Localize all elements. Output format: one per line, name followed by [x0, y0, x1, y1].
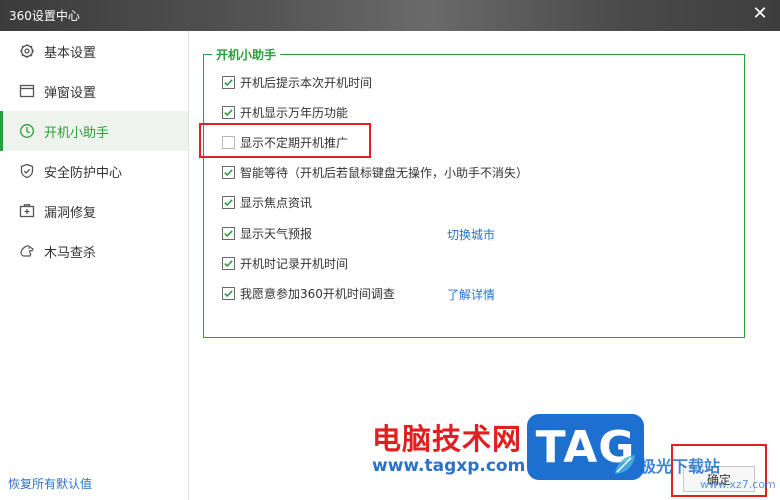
checkbox[interactable]	[222, 105, 235, 119]
option-smart-wait[interactable]: 智能等待（开机后若鼠标键盘无操作，小助手不消失）	[222, 163, 528, 181]
sidebar-item-popup-settings[interactable]: 弹窗设置	[0, 71, 188, 111]
clock-icon	[18, 122, 36, 140]
learn-more-link[interactable]: 了解详情	[447, 286, 495, 303]
sidebar-item-vulnerability-fix[interactable]: 漏洞修复	[0, 191, 188, 231]
option-label: 我愿意参加360开机时间调查	[240, 286, 395, 301]
checkbox[interactable]	[222, 226, 235, 240]
sidebar-item-label: 基本设置	[44, 45, 97, 61]
close-icon[interactable]: ✕	[750, 3, 770, 25]
horse-icon	[18, 242, 36, 260]
checkbox[interactable]	[222, 75, 235, 89]
watermark-leaf-icon	[615, 455, 635, 474]
sidebar-item-security-center[interactable]: 安全防护中心	[0, 151, 188, 191]
option-label: 开机后提示本次开机时间	[240, 75, 373, 90]
option-join-survey[interactable]: 我愿意参加360开机时间调查	[222, 284, 395, 302]
option-show-calendar[interactable]: 开机显示万年历功能	[222, 103, 348, 121]
sidebar-item-trojan-scan[interactable]: 木马查杀	[0, 231, 188, 271]
watermark-site-url: www.tagxp.com	[372, 456, 526, 476]
window-title: 360设置中心	[9, 9, 80, 23]
sidebar-item-boot-assistant[interactable]: 开机小助手	[0, 111, 188, 151]
checkbox[interactable]	[222, 286, 235, 300]
option-label: 开机显示万年历功能	[240, 105, 349, 120]
option-label: 显示天气预报	[240, 226, 313, 241]
option-show-weather[interactable]: 显示天气预报	[222, 224, 312, 242]
restore-defaults-link[interactable]: 恢复所有默认值	[8, 475, 92, 492]
shield-icon	[18, 162, 36, 180]
option-label: 开机时记录开机时间	[240, 256, 349, 271]
patch-icon	[18, 202, 36, 220]
sidebar-item-basic-settings[interactable]: 基本设置	[0, 31, 188, 71]
checkbox[interactable]	[222, 256, 235, 270]
checkbox[interactable]	[222, 165, 235, 179]
option-show-news[interactable]: 显示焦点资讯	[222, 193, 312, 211]
sidebar-item-label: 安全防护中心	[44, 165, 123, 181]
title-bar: 360设置中心 ✕	[0, 0, 780, 31]
option-label: 显示焦点资讯	[240, 195, 313, 210]
option-label: 智能等待（开机后若鼠标键盘无操作，小助手不消失）	[240, 165, 529, 180]
group-legend: 开机小助手	[212, 46, 281, 63]
option-show-boot-time[interactable]: 开机后提示本次开机时间	[222, 73, 372, 91]
checkbox[interactable]	[222, 195, 235, 209]
watermark-jg-url: www.xz7.com	[700, 478, 776, 491]
watermark-site-name: 电脑技术网	[372, 422, 523, 456]
switch-city-link[interactable]: 切换城市	[447, 226, 495, 243]
sidebar-item-label: 木马查杀	[44, 245, 97, 261]
highlight-box-promotion-option	[199, 123, 371, 158]
option-record-boot-time[interactable]: 开机时记录开机时间	[222, 254, 348, 272]
window-icon	[18, 82, 36, 100]
sidebar-item-label: 漏洞修复	[44, 205, 97, 221]
sidebar-item-label: 开机小助手	[44, 125, 110, 141]
watermark-jg-name: 极光下载站	[640, 457, 721, 476]
sidebar: 基本设置 弹窗设置 开机小助手 安全防护中心 漏洞修复 木马查杀	[0, 31, 189, 500]
gear-icon	[18, 42, 36, 60]
sidebar-item-label: 弹窗设置	[44, 85, 97, 101]
